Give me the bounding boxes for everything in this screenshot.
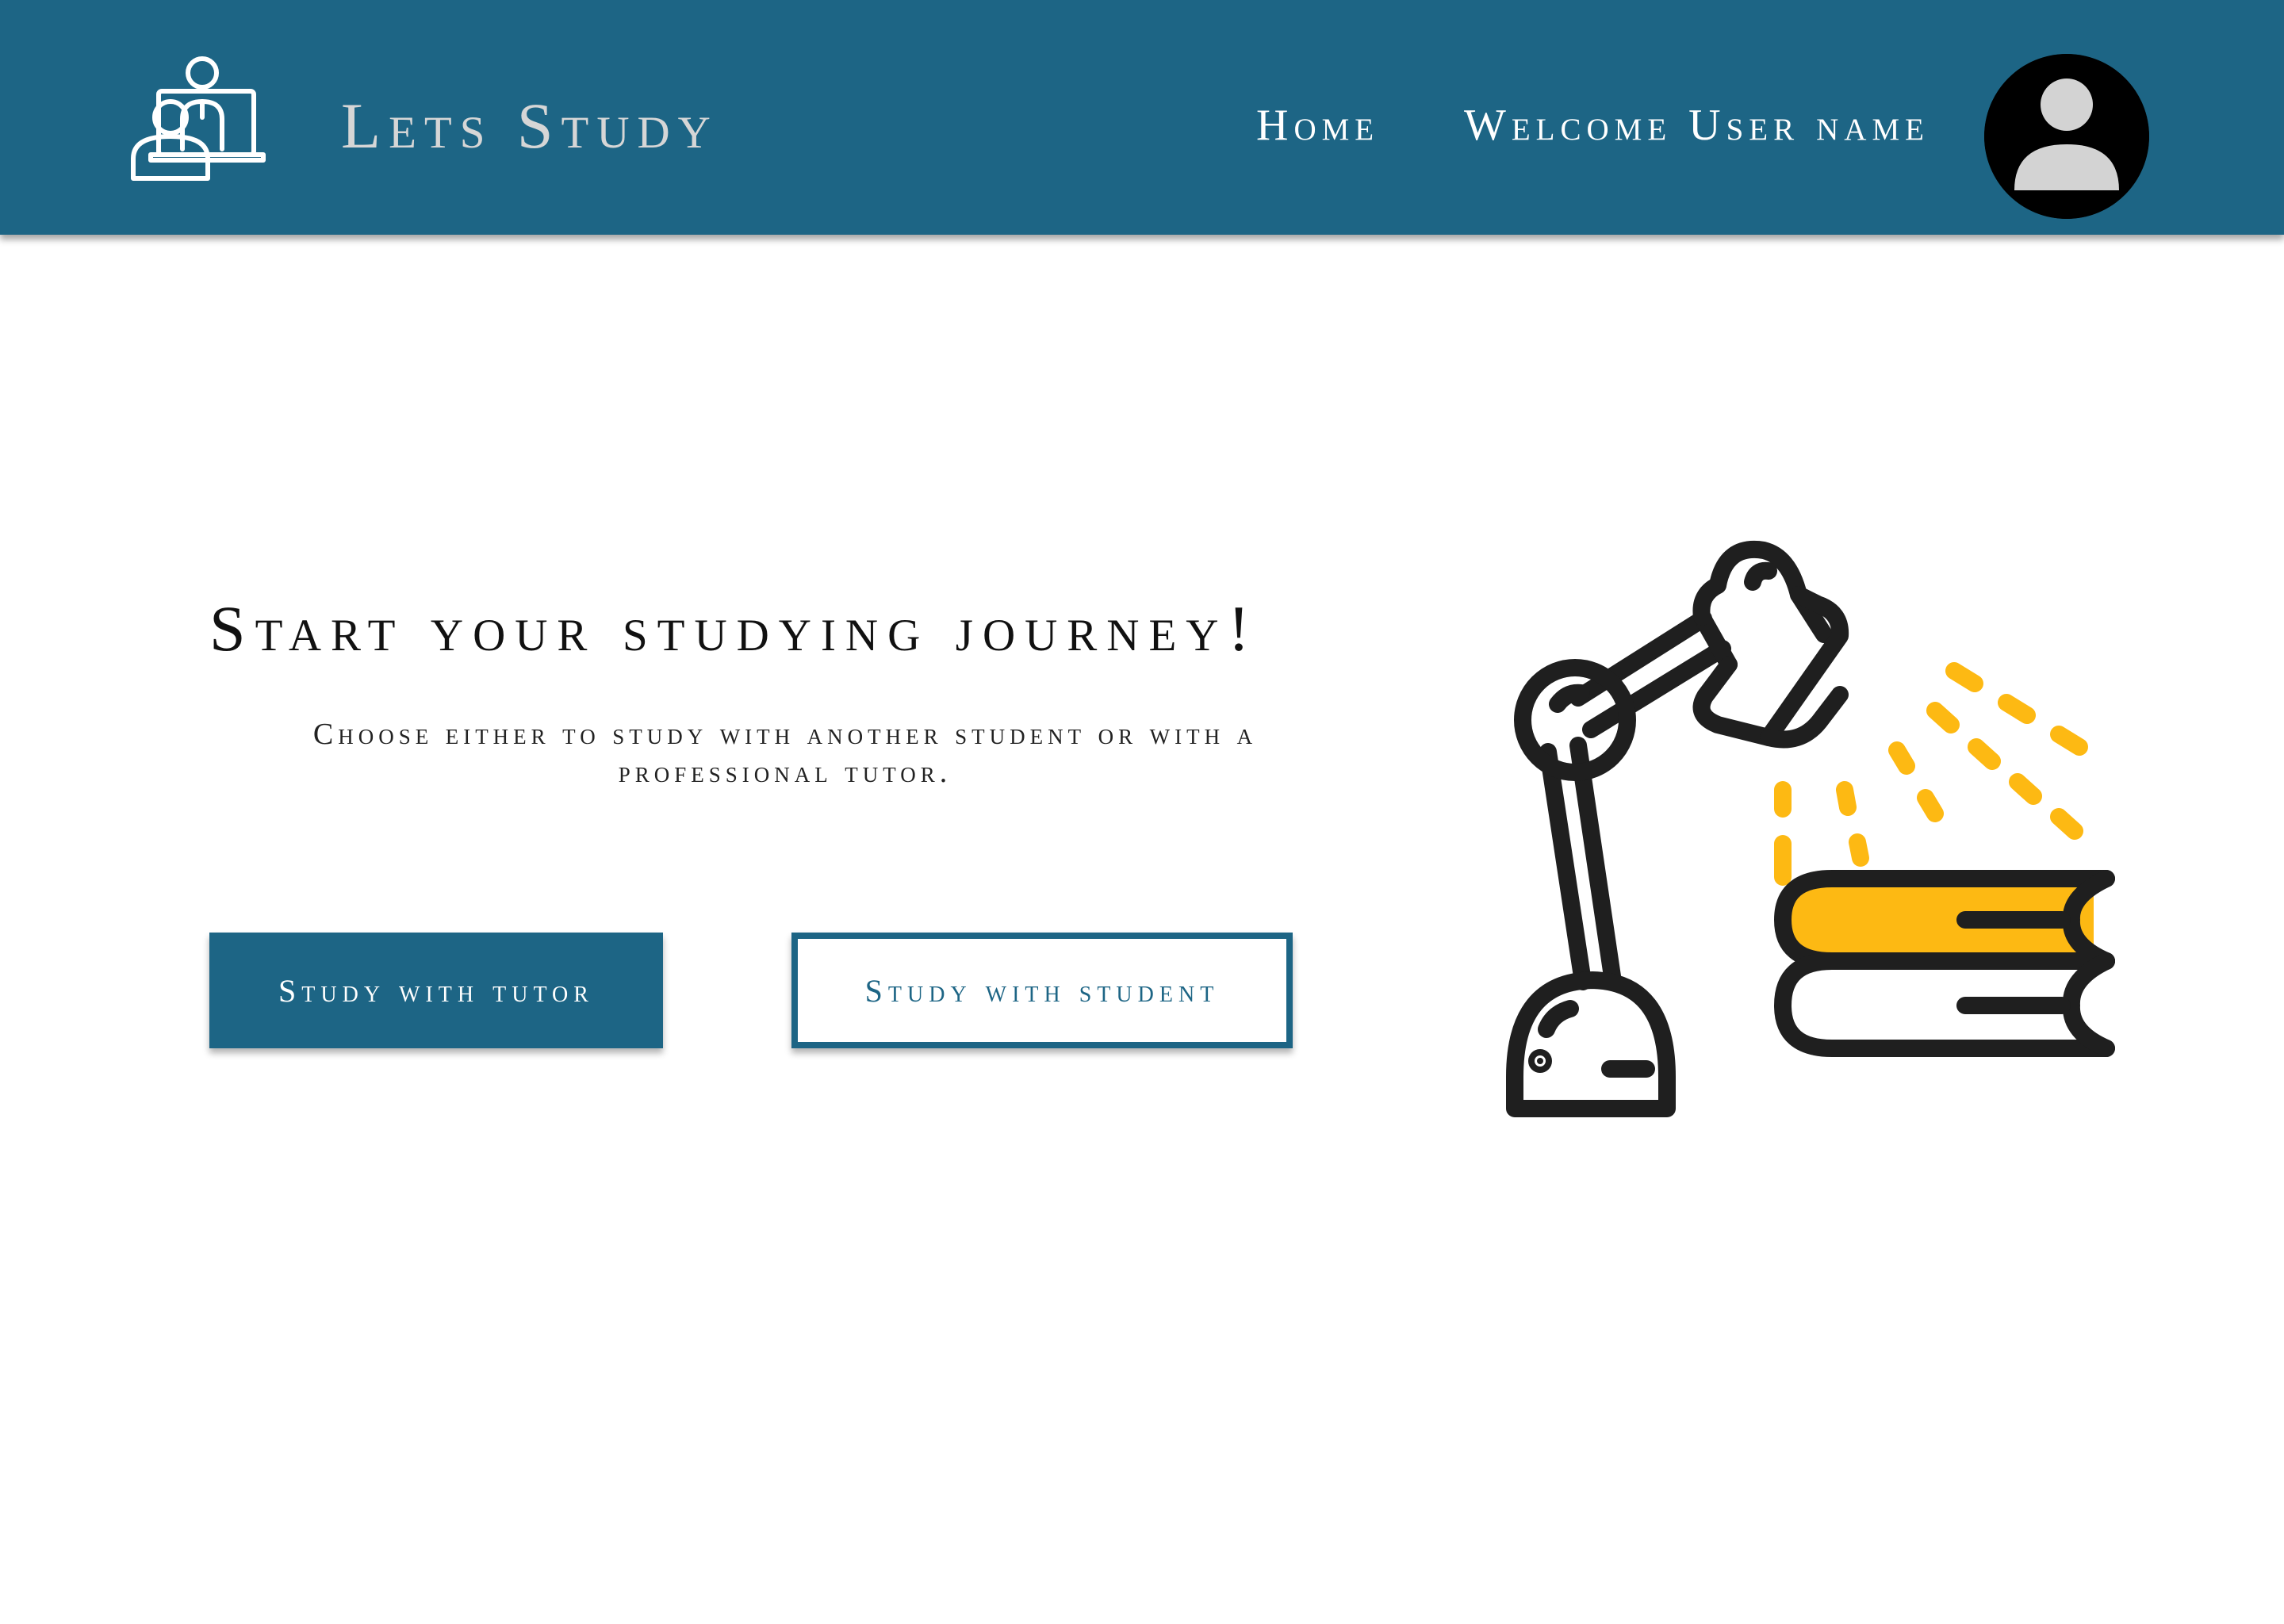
brand-title: Lets Study — [341, 90, 719, 162]
hero-title: Start your studying journey! — [209, 592, 1259, 665]
page: Lets Study Home Welcome User name Start … — [0, 0, 2284, 1624]
study-with-student-button[interactable]: Study with student — [791, 933, 1293, 1048]
tutor-video-call-icon — [131, 56, 266, 181]
top-navbar: Lets Study Home Welcome User name — [0, 0, 2284, 235]
user-avatar-icon — [1984, 54, 2149, 219]
desk-lamp-books-icon — [1506, 541, 2115, 1117]
hero-subtitle: Choose either to study with another stud… — [312, 718, 1258, 789]
welcome-user-text: Welcome User name — [1464, 101, 1930, 150]
study-with-student-label: Study with student — [864, 972, 1220, 1009]
study-with-tutor-label: Study with tutor — [278, 972, 594, 1009]
user-avatar[interactable] — [1984, 54, 2149, 219]
study-with-tutor-button[interactable]: Study with tutor — [209, 933, 663, 1048]
nav-home-link[interactable]: Home — [1256, 103, 1379, 147]
